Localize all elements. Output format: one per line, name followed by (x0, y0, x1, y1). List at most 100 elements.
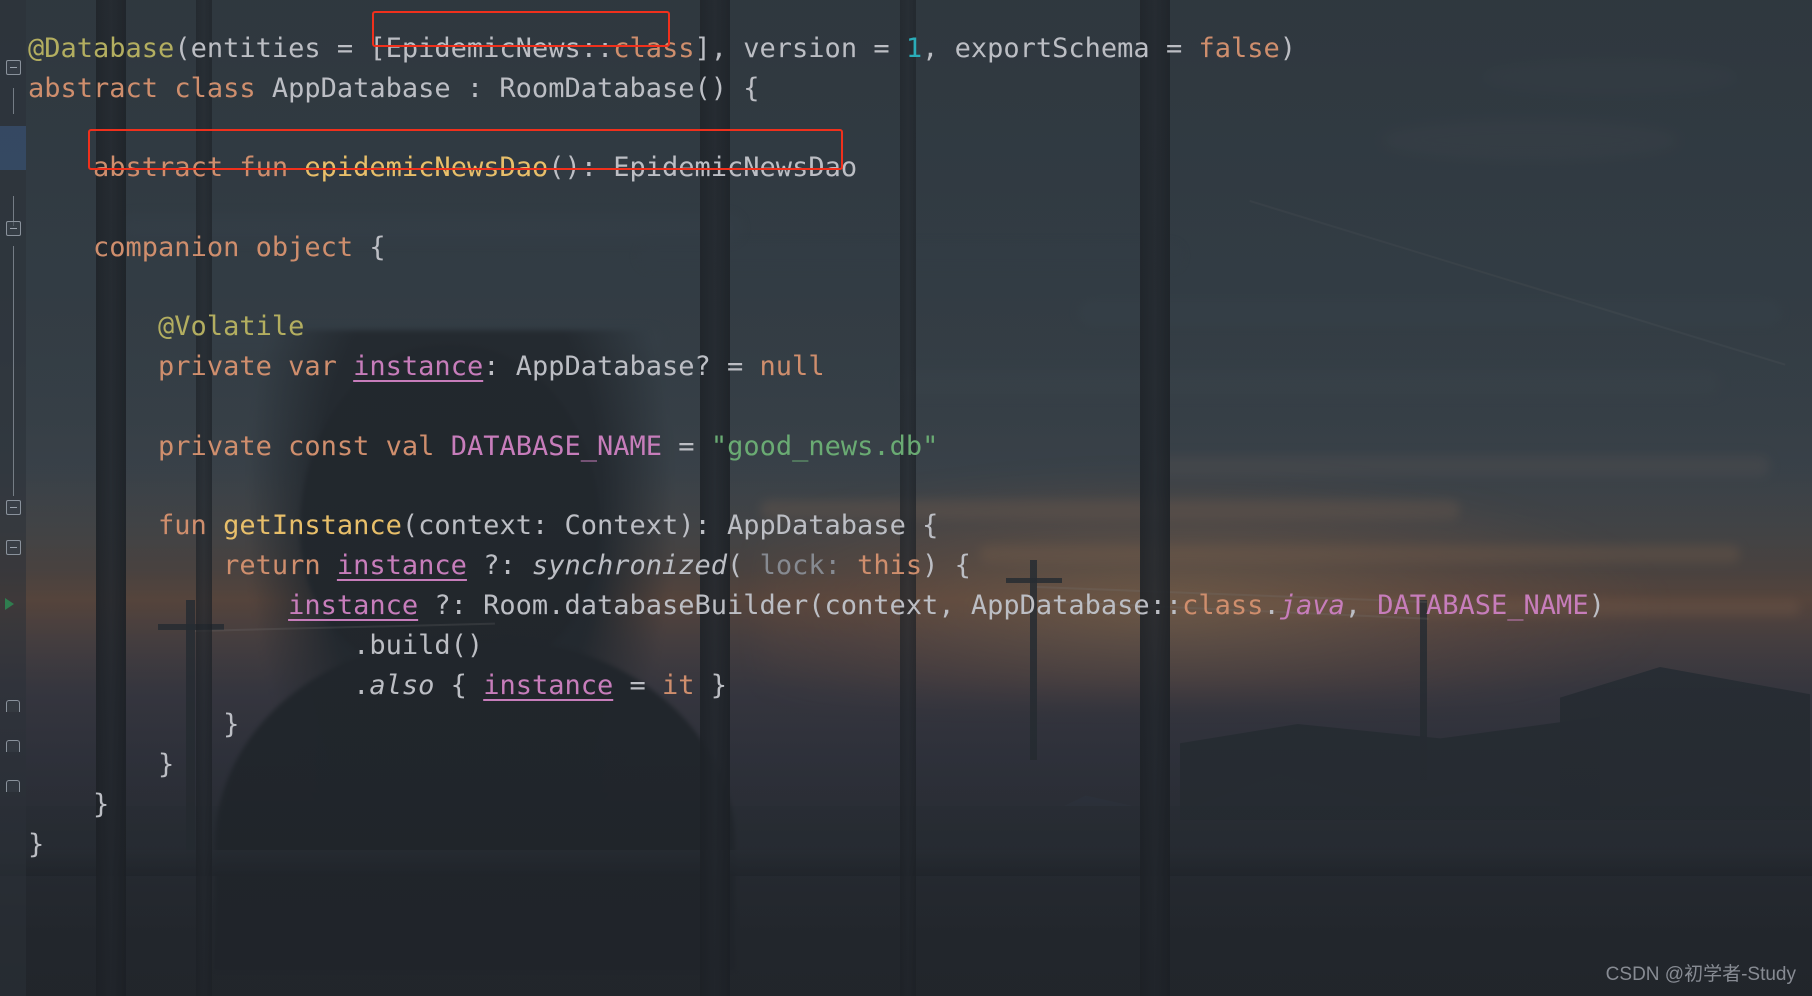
code-token: { (434, 669, 484, 701)
code-token: :: (580, 32, 614, 64)
code-line[interactable]: @Database(entities = [EpidemicNews::clas… (0, 29, 1296, 69)
code-token: (context: Context): AppDatabase { (401, 510, 939, 542)
code-token: class (613, 32, 695, 64)
code-line[interactable]: } (0, 705, 239, 745)
code-line[interactable]: abstract fun epidemicNewsDao(): Epidemic… (0, 148, 857, 188)
code-line[interactable]: private var instance: AppDatabase? = nul… (0, 347, 825, 387)
code-token: } (28, 749, 175, 781)
code-token: also (369, 669, 435, 701)
code-token: abstract (93, 152, 224, 184)
code-token: :: (1149, 590, 1183, 621)
code-line[interactable]: fun getInstance(context: Context): AppDa… (0, 506, 938, 546)
code-token: java (1279, 590, 1345, 621)
code-line[interactable] (0, 268, 28, 308)
code-token: @Database (28, 32, 175, 64)
code-token: @Volatile (158, 311, 305, 343)
code-line[interactable] (0, 0, 28, 29)
code-token: this (857, 550, 923, 582)
code-line[interactable]: return instance ?: synchronized( lock: t… (0, 546, 971, 586)
code-token: DATABASE_NAME (450, 430, 663, 462)
code-token: ?: (466, 550, 532, 582)
code-text-area[interactable]: @Database(entities = [EpidemicNews::clas… (0, 0, 1812, 996)
code-token: ], version = (694, 32, 906, 64)
code-token: return (223, 550, 321, 582)
code-token: epidemicNewsDao (304, 152, 549, 184)
code-line[interactable]: } (0, 745, 174, 785)
code-token: abstract (28, 72, 159, 104)
code-token: AppDatabase : RoomDatabase() { (255, 72, 760, 104)
code-token: null (759, 351, 825, 383)
code-token: = (662, 430, 711, 462)
code-token: getInstance (223, 510, 402, 542)
code-token: val (385, 430, 435, 462)
code-token: lock: (759, 550, 841, 582)
code-line[interactable] (0, 467, 28, 507)
code-token: (): EpidemicNewsDao (548, 152, 858, 184)
code-token: EpidemicNews (385, 32, 581, 64)
code-line[interactable] (0, 387, 28, 427)
code-token: false (1198, 32, 1280, 64)
csdn-watermark: CSDN @初学者-Study (1605, 964, 1796, 985)
code-editor-window: @Database(entities = [EpidemicNews::clas… (0, 0, 1812, 996)
code-token: { (353, 231, 386, 263)
code-token: companion object (93, 231, 354, 263)
code-line[interactable]: abstract class AppDatabase : RoomDatabas… (0, 69, 760, 109)
code-token: class (1182, 590, 1264, 621)
code-token: class (174, 72, 256, 104)
code-token: ) (1588, 590, 1605, 621)
code-token: . (1263, 590, 1280, 621)
code-line[interactable]: @Volatile (0, 307, 304, 347)
code-token: private (158, 430, 272, 462)
code-token: = (613, 669, 663, 701)
code-token: fun (239, 152, 289, 184)
code-line[interactable]: .also { instance = it } (0, 666, 727, 706)
code-token: ) { (922, 550, 971, 582)
code-line[interactable]: .build() (0, 626, 483, 666)
code-token: instance (353, 351, 484, 383)
code-line[interactable]: companion object { (0, 228, 386, 268)
code-token: ( (727, 550, 760, 582)
code-token: instance (483, 669, 614, 701)
code-token: } (694, 669, 728, 701)
code-line[interactable]: } (0, 825, 44, 865)
code-token: const (288, 430, 370, 462)
code-token: .build() (28, 629, 484, 661)
code-line[interactable]: instance ?: Room.databaseBuilder(context… (0, 586, 1605, 626)
code-token: ?: Room.databaseBuilder(context, AppData… (418, 590, 1150, 621)
code-token: private (158, 351, 272, 383)
code-token: . (28, 669, 370, 701)
code-line[interactable]: } (0, 785, 109, 825)
code-token: , exportSchema = (922, 32, 1199, 64)
code-token: fun (158, 510, 207, 542)
code-token: instance (336, 550, 467, 582)
code-token: } (28, 709, 240, 741)
code-line[interactable] (0, 188, 28, 228)
code-token: ) (1279, 32, 1296, 64)
code-token: synchronized (531, 550, 728, 582)
code-line[interactable]: private const val DATABASE_NAME = "good_… (0, 427, 938, 467)
code-token: instance (288, 590, 419, 621)
code-token: var (288, 351, 337, 383)
code-token: "good_news.db" (710, 430, 939, 462)
code-token: it (662, 669, 695, 701)
code-line[interactable] (0, 108, 28, 148)
code-token: } (28, 789, 110, 820)
code-token: : AppDatabase? = (483, 351, 760, 383)
